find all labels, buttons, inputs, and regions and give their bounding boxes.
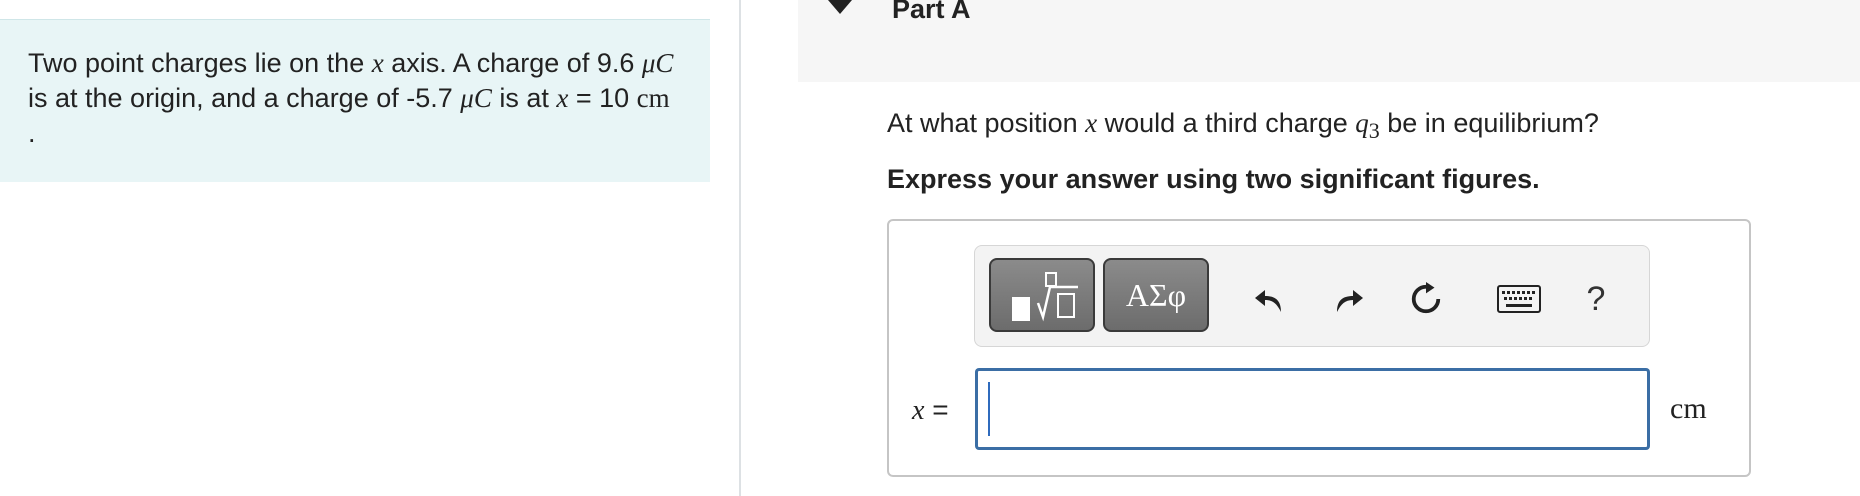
problem-text: Two point charges lie on the x axis. A c… [28,48,674,148]
redo-icon[interactable] [1331,282,1365,316]
keyboard-icon[interactable] [1497,282,1541,316]
undo-icon[interactable] [1253,282,1287,316]
text-cursor [988,382,990,436]
part-title: Part A [892,0,971,24]
answer-input[interactable] [976,369,1649,449]
panel-divider [739,0,741,496]
part-header[interactable]: Part A [798,0,1860,82]
templates-icon [1012,272,1078,322]
symbols-button[interactable]: ΑΣφ [1103,258,1209,332]
math-toolbar: ΑΣφ ? [974,245,1650,347]
problem-statement: Two point charges lie on the x axis. A c… [0,19,710,182]
answer-unit: cm [1670,392,1707,425]
reset-icon[interactable] [1409,282,1443,316]
answer-instruction: Express your answer using two significan… [887,164,1540,194]
answer-variable-label: x = [912,394,949,426]
templates-button[interactable] [989,258,1095,332]
help-icon[interactable]: ? [1579,280,1613,318]
question-text: At what position x would a third charge … [887,108,1599,143]
collapse-caret-icon[interactable] [828,0,852,14]
